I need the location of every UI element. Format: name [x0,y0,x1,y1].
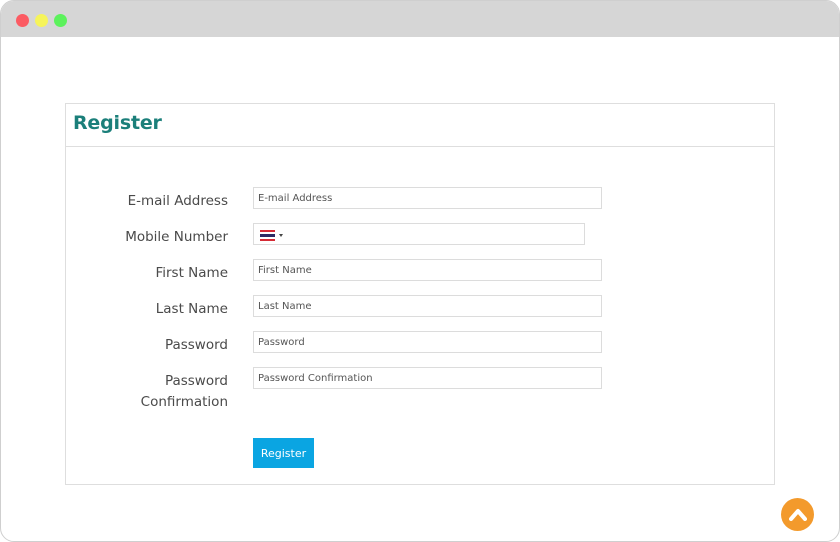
caret-down-icon [279,233,283,237]
scroll-to-top-button[interactable] [781,498,814,531]
password-field[interactable] [253,331,602,353]
register-card: Register E-mail Address Mobile Number Fi… [65,103,775,485]
minimize-window-button[interactable] [35,14,48,27]
thailand-flag-icon [260,229,275,241]
maximize-window-button[interactable] [54,14,67,27]
mobile-label: Mobile Number [125,229,228,245]
first-name-field[interactable] [253,259,602,281]
last-name-field[interactable] [253,295,602,317]
register-button[interactable]: Register [253,438,314,468]
password-label: Password [164,337,228,353]
browser-window: Register E-mail Address Mobile Number Fi… [0,0,840,542]
password-confirmation-field[interactable] [253,367,602,389]
country-selector[interactable] [260,229,283,241]
chevron-up-icon [788,509,807,521]
password-confirmation-label: Password Confirmation [58,371,228,413]
last-name-label: Last Name [155,301,228,317]
password-confirmation-label-line1: Password [164,373,228,389]
first-name-label: First Name [155,265,228,281]
page-title: Register [73,112,162,134]
email-field[interactable] [253,187,602,209]
mobile-number-input[interactable] [288,224,578,244]
window-titlebar [1,1,839,37]
close-window-button[interactable] [16,14,29,27]
card-header: Register [66,104,774,147]
email-label: E-mail Address [127,193,228,209]
password-confirmation-label-line2: Confirmation [140,394,228,410]
mobile-number-field[interactable] [253,223,585,245]
